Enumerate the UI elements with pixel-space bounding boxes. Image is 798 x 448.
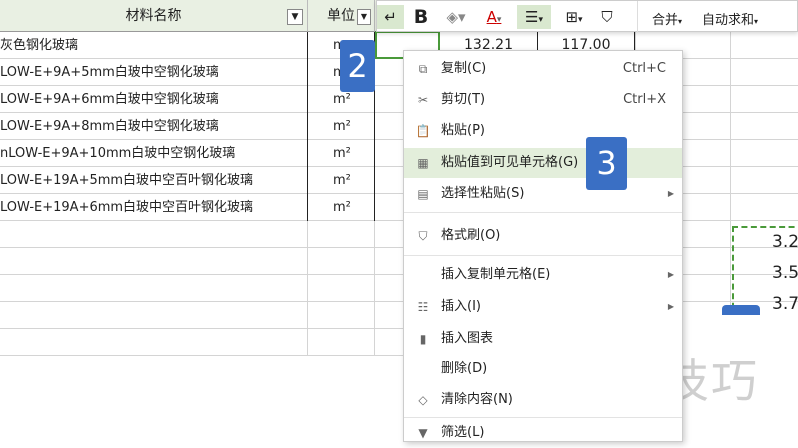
menu-item[interactable]: ☷ 插入(I) ▶	[404, 292, 682, 322]
submenu-arrow-icon: ▶	[667, 302, 674, 311]
bold-button[interactable]: B	[410, 5, 432, 29]
menu-item[interactable]: ⛉ 格式刷(O)	[404, 221, 682, 251]
paste-icon: 📋	[415, 124, 431, 138]
format-painter-button[interactable]: ⛉	[595, 5, 619, 29]
border-button[interactable]: ⊞▾	[557, 5, 591, 29]
mini-toolbar: ↵ B ◈▾ A▾ ☰▾ ⊞▾ ⛉ 合并▾ 自动求和▾	[376, 0, 798, 33]
cell[interactable]	[308, 221, 375, 248]
cell-value: 3.7	[772, 294, 798, 314]
menu-separator	[404, 212, 682, 213]
insert-icon: ☷	[417, 300, 429, 314]
divider	[637, 1, 638, 33]
align-button[interactable]: ☰▾	[517, 5, 551, 29]
cell-name[interactable]: 灰色钢化玻璃	[0, 32, 308, 59]
menu-item[interactable]: ▦ 粘贴值到可见单元格(G)	[404, 148, 682, 178]
cell-name[interactable]: LOW-E+9A+5mm白玻中空钢化玻璃	[0, 59, 308, 86]
fill-color-button[interactable]: ◈▾	[439, 5, 473, 29]
cell-name[interactable]: LOW-E+9A+8mm白玻中空钢化玻璃	[0, 113, 308, 140]
menu-item[interactable]: ▼ 筛选(L)	[404, 418, 682, 448]
font-color-button[interactable]: A▾	[477, 5, 511, 29]
cell[interactable]	[0, 221, 308, 248]
cell-name[interactable]: nLOW-E+9A+10mm白玻中空钢化玻璃	[0, 140, 308, 167]
cell[interactable]	[0, 329, 308, 356]
autosum-button[interactable]: 自动求和▾	[694, 9, 766, 33]
cell-name[interactable]: LOW-E+19A+6mm白玻中空百叶钢化玻璃	[0, 194, 308, 221]
cell-unit[interactable]: m²	[308, 140, 375, 167]
menu-item[interactable]: 📋 粘贴(P)	[404, 116, 682, 146]
scissors-icon: ✂	[417, 93, 429, 107]
step-badge-3: 3	[586, 137, 627, 190]
cell[interactable]	[0, 248, 308, 275]
menu-item[interactable]: 插入复制单元格(E) ▶	[404, 260, 682, 290]
dropdown-icon[interactable]: ▼	[357, 9, 371, 25]
submenu-arrow-icon: ▶	[667, 270, 674, 279]
context-menu: ⧉ 复制(C) Ctrl+C ✂ 剪切(T) Ctrl+X 📋 粘贴(P) ▦ 粘贴值到可见单元格…	[403, 50, 683, 442]
menu-separator	[404, 255, 682, 256]
merge-button[interactable]: 合并▾	[645, 9, 689, 33]
wrap-text-button[interactable]: ↵	[377, 5, 404, 29]
menu-item[interactable]: ▤ 选择性粘贴(S) ▶	[404, 179, 682, 209]
step-badge-2: 2	[340, 40, 375, 92]
menu-item[interactable]: 删除(D)	[404, 354, 682, 384]
col-header-name[interactable]: 材料名称 ▼	[0, 0, 308, 32]
col-header-unit[interactable]: 单位 ▼	[308, 0, 375, 32]
cell-unit[interactable]: m²	[308, 113, 375, 140]
cell[interactable]	[0, 275, 308, 302]
cell-unit[interactable]: m²	[308, 194, 375, 221]
cell[interactable]	[308, 248, 375, 275]
copy-icon: ⧉	[418, 62, 428, 76]
menu-item[interactable]: ◇ 清除内容(N)	[404, 385, 682, 415]
filter-icon[interactable]: ▼	[287, 9, 303, 25]
cell-value: 3.5	[772, 263, 798, 283]
cell[interactable]	[308, 302, 375, 329]
format-painter-icon: ⛉	[418, 229, 428, 243]
cell[interactable]	[308, 275, 375, 302]
cell-value: 3.2	[772, 232, 798, 252]
filter-icon: ▼	[418, 426, 428, 440]
menu-item[interactable]: ✂ 剪切(T) Ctrl+X	[404, 85, 682, 115]
cell[interactable]	[308, 329, 375, 356]
menu-item[interactable]: ⧉ 复制(C) Ctrl+C	[404, 54, 682, 84]
cell-unit[interactable]: m²	[308, 167, 375, 194]
paste-special-icon: ▤	[417, 187, 429, 201]
menu-separator	[404, 417, 682, 418]
submenu-arrow-icon: ▶	[667, 189, 674, 198]
chart-icon: ▮	[419, 332, 427, 346]
paste-values-icon: ▦	[417, 156, 429, 170]
menu-item[interactable]: ▮ 插入图表	[404, 324, 682, 354]
cell-name[interactable]: LOW-E+19A+5mm白玻中空百叶钢化玻璃	[0, 167, 308, 194]
cell[interactable]	[0, 302, 308, 329]
clear-icon: ◇	[418, 393, 428, 407]
cell-name[interactable]: LOW-E+9A+6mm白玻中空钢化玻璃	[0, 86, 308, 113]
